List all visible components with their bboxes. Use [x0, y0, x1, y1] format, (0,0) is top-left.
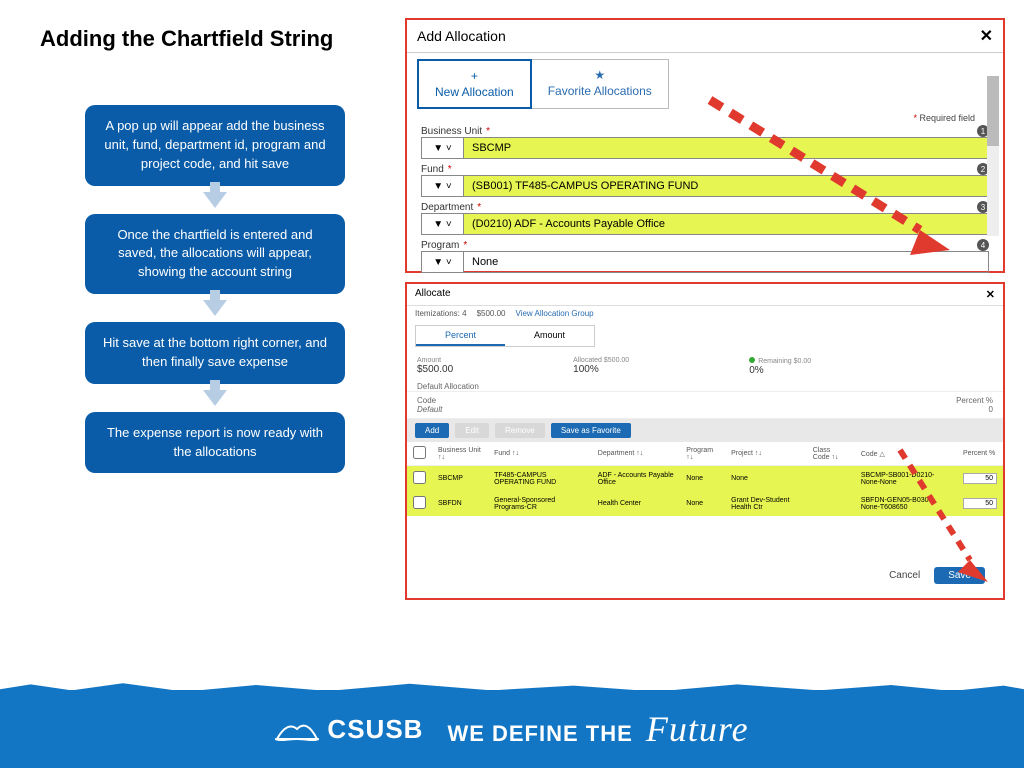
cancel-link[interactable]: Cancel	[889, 570, 920, 581]
modal-title: Add Allocation	[417, 28, 506, 44]
required-field-note: Required field	[407, 113, 1003, 123]
save-button[interactable]: Save	[934, 567, 985, 584]
default-percent: 0	[956, 405, 993, 414]
code-label: Code	[417, 396, 442, 405]
table-row[interactable]: SBCMPTF485-CAMPUS OPERATING FUNDADF - Ac…	[407, 466, 1003, 492]
column-header[interactable]: Percent %	[957, 442, 1003, 466]
tab-favorite-allocations[interactable]: ★ Favorite Allocations	[532, 59, 669, 109]
column-header[interactable]: Code △	[855, 442, 957, 466]
column-header[interactable]: Fund ↑↓	[488, 442, 592, 466]
itemizations-count: Itemizations: 4	[415, 309, 467, 318]
allocated-label: Allocated $500.00	[573, 357, 629, 364]
footer-banner: CSUSB WE DEFINE THE Future	[0, 690, 1024, 768]
field-input[interactable]: ▼ ˅(D0210) ADF - Accounts Payable Office	[421, 213, 989, 235]
close-icon[interactable]: ✕	[986, 288, 995, 301]
row-checkbox[interactable]	[413, 471, 426, 484]
mountain-icon	[275, 717, 319, 741]
column-header[interactable]: Program ↑↓	[680, 442, 725, 466]
scrollbar[interactable]	[987, 76, 999, 236]
select-all-checkbox[interactable]	[413, 446, 426, 459]
field-value: SBCMP	[464, 138, 988, 158]
remaining-label: Remaining $0.00	[749, 357, 811, 365]
tab-new-allocation[interactable]: + New Allocation	[417, 59, 532, 109]
arrow-icon	[203, 300, 227, 316]
filter-icon[interactable]: ▼ ˅	[422, 138, 464, 158]
tab-amount[interactable]: Amount	[505, 326, 594, 346]
csusb-logo: CSUSB	[275, 714, 423, 745]
table-row[interactable]: SBFDNGeneral-Sponsored Programs-CRHealth…	[407, 491, 1003, 516]
allocation-table: Business Unit ↑↓Fund ↑↓Department ↑↓Prog…	[407, 442, 1003, 516]
field-input[interactable]: ▼ ˅SBCMP	[421, 137, 989, 159]
field-input[interactable]: ▼ ˅(SB001) TF485-CAMPUS OPERATING FUND	[421, 175, 989, 197]
filter-icon[interactable]: ▼ ˅	[422, 214, 464, 234]
column-header[interactable]: Project ↑↓	[725, 442, 807, 466]
plus-icon: +	[471, 69, 478, 83]
remove-button[interactable]: Remove	[495, 423, 545, 438]
field-label: Department *3	[421, 201, 989, 213]
column-header[interactable]	[407, 442, 432, 466]
edit-button[interactable]: Edit	[455, 423, 489, 438]
step-3: Hit save at the bottom right corner, and…	[85, 322, 345, 384]
arrow-icon	[203, 390, 227, 406]
field-value: (SB001) TF485-CAMPUS OPERATING FUND	[464, 176, 988, 196]
default-allocation-label: Default Allocation	[407, 382, 1003, 391]
field-label: Program *4	[421, 239, 989, 251]
add-allocation-modal: Add Allocation ✕ + New Allocation ★ Favo…	[405, 18, 1005, 273]
default-code-value: Default	[417, 405, 442, 414]
star-icon: ★	[594, 68, 605, 82]
percent-amount-tabs: Percent Amount	[415, 325, 595, 347]
field-value: (D0210) ADF - Accounts Payable Office	[464, 214, 988, 234]
filter-icon[interactable]: ▼ ˅	[422, 176, 464, 196]
close-icon[interactable]: ✕	[980, 26, 993, 46]
modal-title: Allocate	[415, 288, 451, 301]
step-2: Once the chartfield is entered and saved…	[85, 214, 345, 295]
field-label: Fund *2	[421, 163, 989, 175]
percent-header: Percent %	[956, 396, 993, 405]
page-title: Adding the Chartfield String	[40, 25, 340, 53]
save-as-favorite-button[interactable]: Save as Favorite	[551, 423, 631, 438]
percent-input[interactable]: 50	[963, 498, 997, 509]
flow-column: A pop up will appear add the business un…	[80, 105, 350, 473]
field-label: Business Unit *1	[421, 125, 989, 137]
column-header[interactable]: Department ↑↓	[592, 442, 681, 466]
amount-label: Amount	[417, 357, 453, 364]
field-value: None	[464, 252, 988, 272]
step-4: The expense report is now ready with the…	[85, 412, 345, 474]
tagline: WE DEFINE THE Future	[447, 708, 748, 750]
step-1: A pop up will appear add the business un…	[85, 105, 345, 186]
field-input[interactable]: ▼ ˅None	[421, 251, 989, 273]
tab-percent[interactable]: Percent	[416, 326, 505, 346]
percent-input[interactable]: 50	[963, 473, 997, 484]
row-checkbox[interactable]	[413, 496, 426, 509]
itemizations-amount: $500.00	[477, 309, 506, 318]
add-button[interactable]: Add	[415, 423, 449, 438]
view-allocation-group-link[interactable]: View Allocation Group	[516, 309, 594, 318]
filter-icon[interactable]: ▼ ˅	[422, 252, 464, 272]
column-header[interactable]: Class Code ↑↓	[807, 442, 855, 466]
remaining-value: 0%	[749, 365, 811, 376]
arrow-icon	[203, 192, 227, 208]
allocate-modal: Allocate ✕ Itemizations: 4 $500.00 View …	[405, 282, 1005, 600]
column-header[interactable]: Business Unit ↑↓	[432, 442, 488, 466]
amount-value: $500.00	[417, 364, 453, 375]
allocated-value: 100%	[573, 364, 629, 375]
